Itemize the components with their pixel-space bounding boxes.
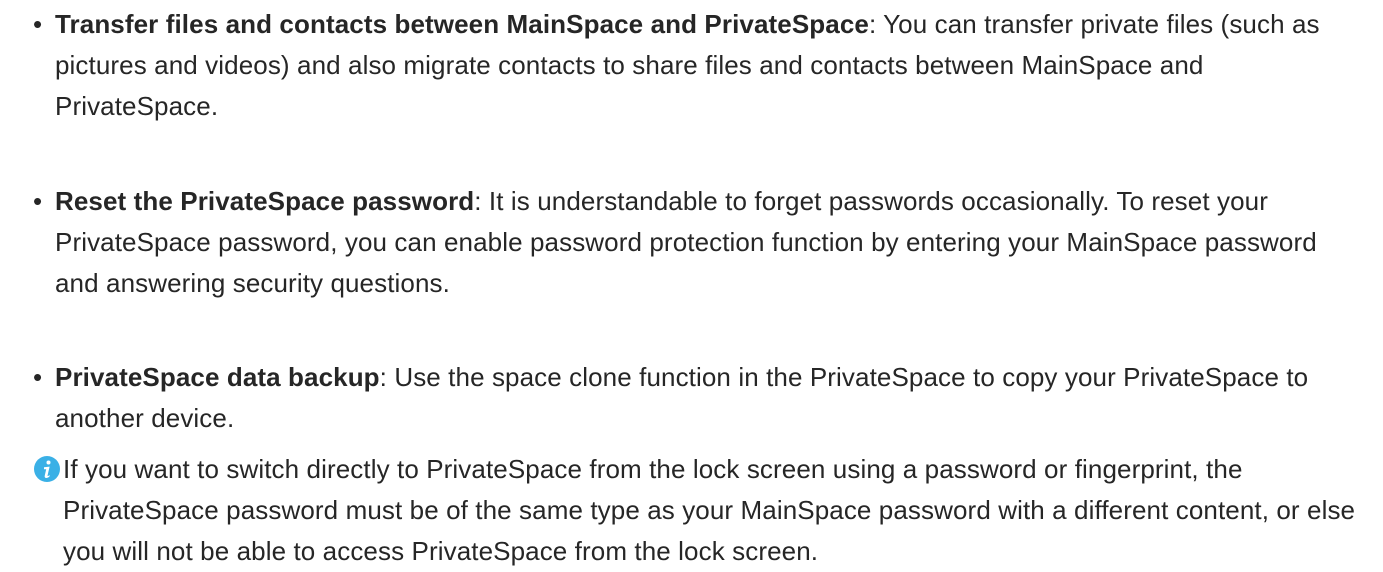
bullet-dot: • — [33, 186, 43, 216]
bullet-term: PrivateSpace data backup — [55, 362, 380, 392]
document-body: • Transfer files and contacts between Ma… — [0, 0, 1383, 566]
bullet-item-data-backup: • PrivateSpace data backup: Use the spac… — [33, 357, 1363, 439]
bullet-text: Transfer files and contacts between Main… — [33, 4, 1363, 127]
bullet-term: Transfer files and contacts between Main… — [55, 9, 869, 39]
bullet-text: PrivateSpace data backup: Use the space … — [33, 357, 1363, 439]
bullet-text: Reset the PrivateSpace password: It is u… — [33, 181, 1363, 304]
bullet-item-transfer: • Transfer files and contacts between Ma… — [33, 4, 1363, 127]
note-text: If you want to switch directly to Privat… — [63, 454, 1356, 566]
bullet-dot: • — [33, 9, 43, 39]
info-icon — [34, 456, 60, 482]
info-note: If you want to switch directly to Privat… — [33, 449, 1373, 572]
bullet-item-reset-password: • Reset the PrivateSpace password: It is… — [33, 181, 1363, 304]
bullet-term: Reset the PrivateSpace password — [55, 186, 475, 216]
bullet-dot: • — [33, 362, 43, 392]
